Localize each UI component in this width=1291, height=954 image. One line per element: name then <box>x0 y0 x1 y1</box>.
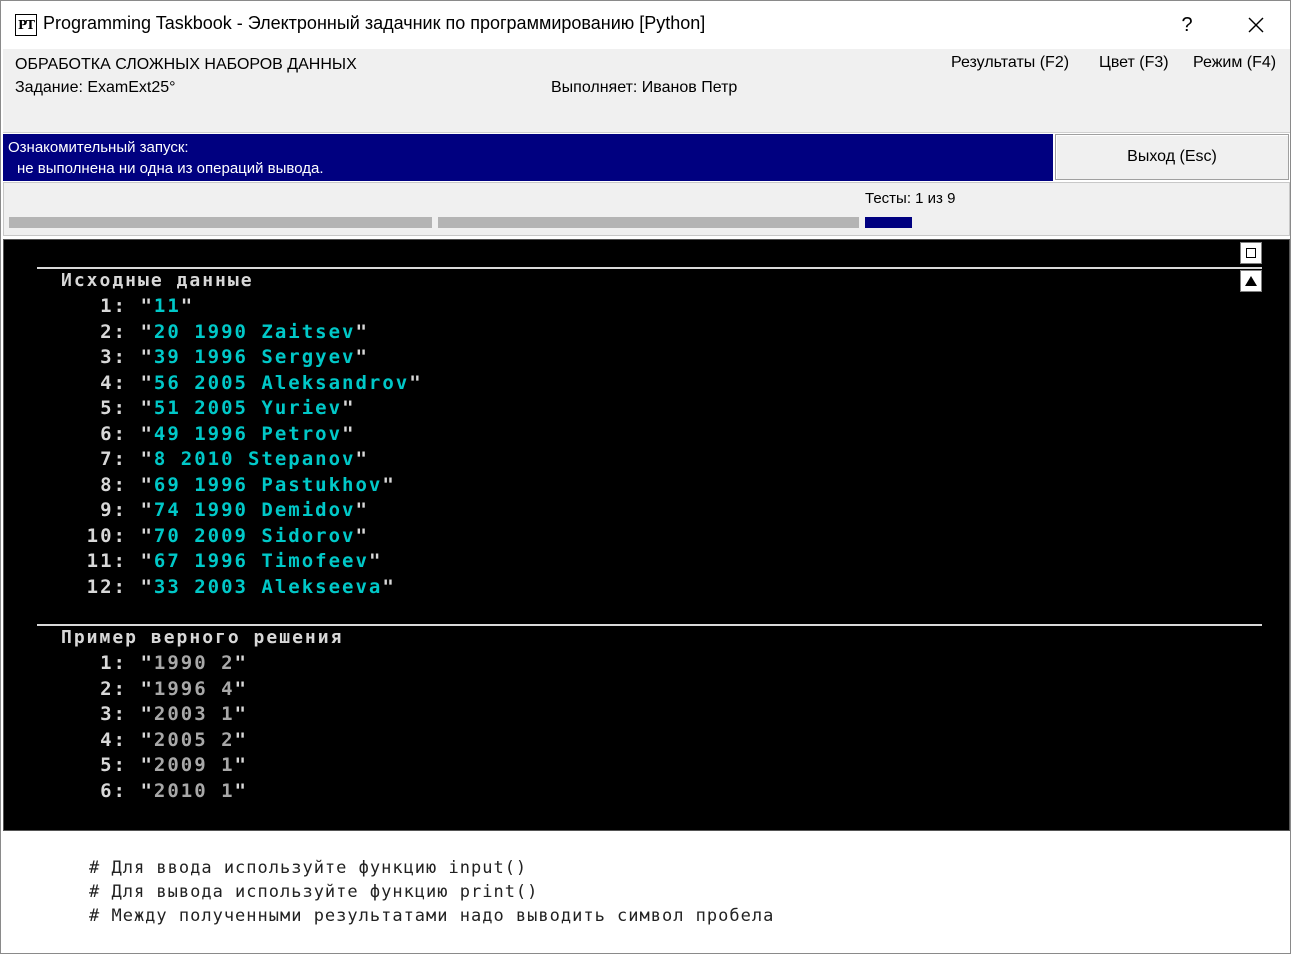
data-console[interactable]: Исходные данные Пример верного решения 1… <box>3 239 1290 831</box>
row-number: 6: <box>100 422 127 445</box>
row-value: 39 1996 Sergyev <box>153 346 356 368</box>
row-number: 7: <box>100 448 127 470</box>
example-row: 5: "2009 1" <box>61 754 248 779</box>
app-window: PT Programming Taskbook - Электронный за… <box>0 0 1291 954</box>
help-button[interactable]: ? <box>1173 9 1201 41</box>
row-number: 6: <box>100 779 127 802</box>
input-row: 5: "51 2005 Yuriev" <box>61 397 356 422</box>
row-number: 5: <box>100 754 127 776</box>
status-panel: Ознакомительный запуск: не выполнена ни … <box>3 134 1053 181</box>
row-value: 2005 2 <box>153 728 235 751</box>
maximize-icon <box>1246 248 1256 258</box>
input-row: 3: "39 1996 Sergyev" <box>61 346 369 371</box>
input-row: 1: "11" <box>61 295 194 320</box>
row-value: 11 <box>153 295 181 317</box>
row-value: 2010 1 <box>153 779 235 802</box>
row-number: 1: <box>100 652 127 674</box>
status-line-2: не выполнена ни одна из операций вывода. <box>17 160 324 177</box>
code-hints-panel: # Для ввода используйте функцию input() … <box>3 832 1290 953</box>
maximize-console-button[interactable] <box>1240 242 1262 264</box>
row-value: 49 1996 Petrov <box>153 422 343 445</box>
tests-counter: Тесты: 1 из 9 <box>865 190 956 207</box>
task-header: ОБРАБОТКА СЛОЖНЫХ НАБОРОВ ДАННЫХ Задание… <box>3 49 1290 133</box>
row-number: 10: <box>86 524 127 547</box>
tests-panel: Тесты: 1 из 9 <box>3 182 1290 236</box>
progress-segment-current <box>865 217 912 228</box>
example-row: 4: "2005 2" <box>61 729 248 754</box>
hint-line: # Для ввода используйте функцию input() <box>89 858 528 878</box>
exit-button[interactable]: Выход (Esc) <box>1055 134 1289 180</box>
task-name: Задание: ExamExt25° <box>15 79 176 96</box>
color-menu[interactable]: Цвет (F3) <box>1099 54 1169 72</box>
example-row: 3: "2003 1" <box>61 703 248 728</box>
row-number: 3: <box>100 703 127 725</box>
input-row: 12: "33 2003 Alekseeva" <box>61 576 396 601</box>
input-row: 11: "67 1996 Timofeev" <box>61 550 382 575</box>
row-value: 69 1996 Pastukhov <box>153 473 383 496</box>
input-row: 7: "8 2010 Stepanov" <box>61 448 369 473</box>
title-bar: PT Programming Taskbook - Электронный за… <box>1 1 1290 49</box>
close-button[interactable] <box>1237 9 1275 41</box>
app-icon: PT <box>15 14 37 36</box>
row-value: 2009 1 <box>153 754 235 776</box>
performer-name: Выполняет: Иванов Петр <box>551 79 738 96</box>
row-number: 3: <box>100 346 127 368</box>
window-title: Programming Taskbook - Электронный задач… <box>43 13 706 33</box>
hint-line: # Между полученными результатами надо вы… <box>89 906 775 926</box>
row-number: 9: <box>100 499 127 521</box>
progress-segment-2 <box>438 217 859 228</box>
row-value: 1990 2 <box>153 652 235 674</box>
input-data-title: Исходные данные <box>61 270 254 291</box>
input-row: 2: "20 1990 Zaitsev" <box>61 321 369 346</box>
row-value: 74 1990 Demidov <box>153 499 356 521</box>
hint-line: # Для вывода используйте функцию print() <box>89 882 539 902</box>
row-number: 4: <box>100 728 127 751</box>
row-value: 2003 1 <box>153 703 235 725</box>
row-value: 51 2005 Yuriev <box>153 397 343 419</box>
mode-menu[interactable]: Режим (F4) <box>1193 54 1276 72</box>
input-row: 8: "69 1996 Pastukhov" <box>61 474 396 499</box>
arrow-up-icon <box>1245 276 1257 286</box>
close-icon <box>1248 17 1264 33</box>
row-number: 5: <box>100 397 127 419</box>
row-number: 2: <box>100 320 127 343</box>
input-row: 10: "70 2009 Sidorov" <box>61 525 369 550</box>
progress-segment-1 <box>9 217 432 228</box>
row-number: 1: <box>100 295 127 317</box>
row-number: 12: <box>86 575 127 598</box>
row-value: 20 1990 Zaitsev <box>153 320 356 343</box>
row-number: 11: <box>86 550 127 572</box>
input-row: 6: "49 1996 Petrov" <box>61 423 356 448</box>
row-value: 67 1996 Timofeev <box>153 550 369 572</box>
row-value: 33 2003 Alekseeva <box>153 575 383 598</box>
section-divider <box>37 624 1262 626</box>
scroll-up-button[interactable] <box>1240 270 1262 292</box>
row-value: 8 2010 Stepanov <box>153 448 356 470</box>
input-row: 4: "56 2005 Aleksandrov" <box>61 372 423 397</box>
input-row: 9: "74 1990 Demidov" <box>61 499 369 524</box>
section-divider <box>37 267 1262 269</box>
row-number: 8: <box>100 473 127 496</box>
row-value: 70 2009 Sidorov <box>153 524 356 547</box>
status-line-1: Ознакомительный запуск: <box>8 139 189 156</box>
task-group-title: ОБРАБОТКА СЛОЖНЫХ НАБОРОВ ДАННЫХ <box>15 56 357 73</box>
results-menu[interactable]: Результаты (F2) <box>951 54 1069 72</box>
row-number: 2: <box>100 677 127 700</box>
example-solution-title: Пример верного решения <box>61 627 344 648</box>
example-row: 6: "2010 1" <box>61 780 248 805</box>
example-row: 1: "1990 2" <box>61 652 248 677</box>
row-value: 1996 4 <box>153 677 235 700</box>
row-number: 4: <box>100 371 127 394</box>
row-value: 56 2005 Aleksandrov <box>153 371 410 394</box>
example-row: 2: "1996 4" <box>61 678 248 703</box>
